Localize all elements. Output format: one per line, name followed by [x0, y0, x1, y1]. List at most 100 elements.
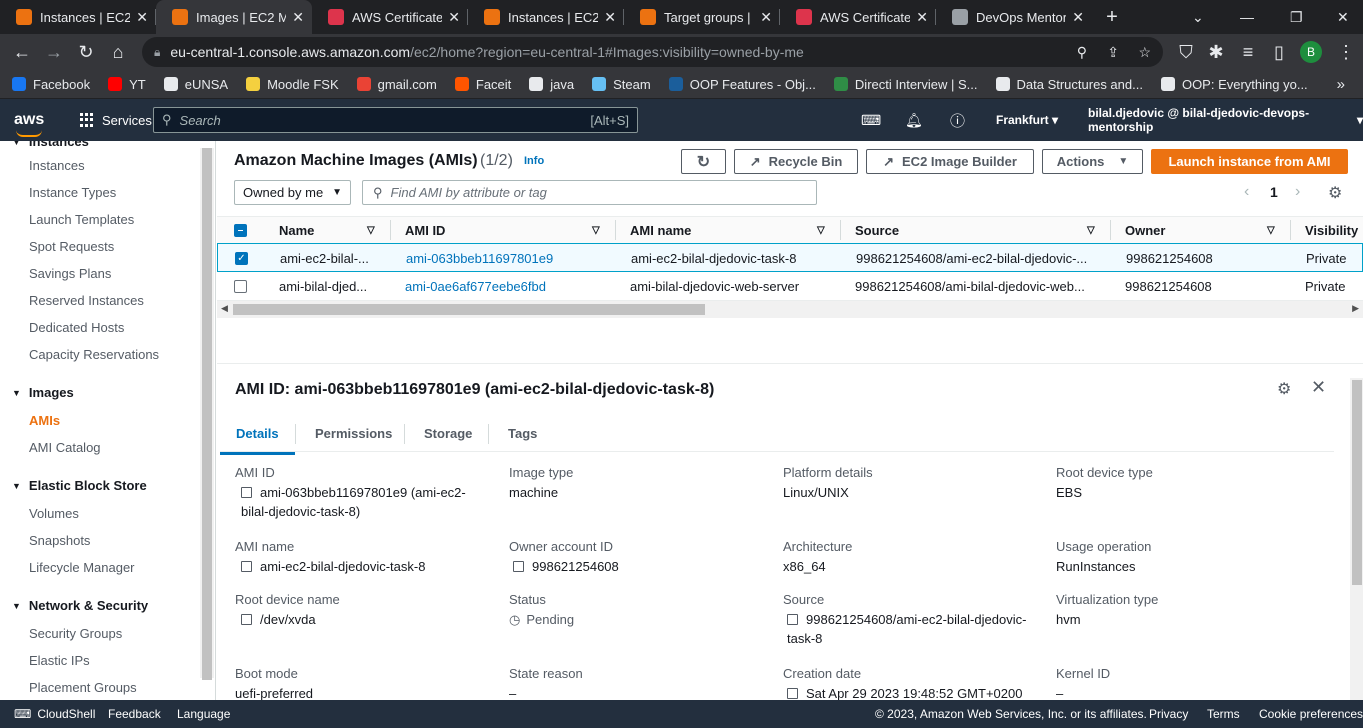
- notifications-bell-icon[interactable]: 🔔︎: [905, 99, 923, 141]
- col-header-source[interactable]: Source: [855, 223, 899, 238]
- sort-icon[interactable]: ▽: [817, 225, 825, 236]
- puzzle-icon[interactable]: ✱: [1200, 42, 1232, 63]
- browser-tab[interactable]: Instances | EC2 M ✕: [468, 0, 624, 34]
- feedback-link[interactable]: Feedback: [108, 707, 161, 721]
- select-all-checkbox[interactable]: –: [234, 224, 247, 237]
- bookmark-item[interactable]: Directi Interview | S...: [833, 77, 978, 92]
- bookmark-item[interactable]: gmail.com: [356, 77, 437, 92]
- reload-icon[interactable]: ↻: [70, 42, 102, 63]
- copy-icon[interactable]: [787, 614, 798, 625]
- sidebar-item-placement-groups[interactable]: Placement Groups: [29, 680, 137, 695]
- bookmark-item[interactable]: OOP: Everything yo...: [1160, 77, 1308, 92]
- row-checkbox[interactable]: [234, 280, 247, 293]
- sidebar-item-capacity-reservations[interactable]: Capacity Reservations: [29, 347, 159, 362]
- sidepanel-icon[interactable]: ▯: [1263, 42, 1295, 63]
- cell-ami-id-link[interactable]: ami-0ae6af677eebe6fbd: [405, 279, 546, 294]
- browser-tab[interactable]: Images | EC2 Man ✕: [156, 0, 312, 34]
- share-icon[interactable]: ⇪: [1107, 44, 1119, 61]
- extension-icon[interactable]: ⛉: [1170, 42, 1202, 63]
- zoom-search-icon[interactable]: ⚲: [1077, 44, 1087, 61]
- sidebar-head-ebs[interactable]: ▼ Elastic Block Store: [12, 478, 147, 493]
- sidebar-item-reserved-instances[interactable]: Reserved Instances: [29, 293, 144, 308]
- bookmark-item[interactable]: Faceit: [454, 77, 511, 92]
- new-tab-icon[interactable]: +: [1098, 6, 1126, 29]
- address-bar[interactable]: 🔒︎ eu-central-1.console.aws.amazon.com/e…: [142, 37, 1163, 67]
- row-checkbox[interactable]: ✓: [235, 252, 248, 265]
- info-link[interactable]: Info: [524, 155, 544, 167]
- browser-tab[interactable]: Instances | EC2 M ✕: [0, 0, 156, 34]
- close-icon[interactable]: ✕: [1311, 377, 1326, 398]
- sidebar-item-snapshots[interactable]: Snapshots: [29, 533, 90, 548]
- bookmark-item[interactable]: OOP Features - Obj...: [668, 77, 816, 92]
- profile-avatar[interactable]: B: [1300, 41, 1322, 63]
- sidebar-item-instance-types[interactable]: Instance Types: [29, 185, 116, 200]
- account-menu[interactable]: bilal.djedovic @ bilal-djedovic-devops-m…: [1088, 99, 1363, 141]
- sidebar-item-ami-catalog[interactable]: AMI Catalog: [29, 440, 101, 455]
- sort-icon[interactable]: ▽: [367, 225, 375, 236]
- page-number[interactable]: 1: [1270, 184, 1278, 200]
- detail-scrollbar-thumb[interactable]: [1352, 380, 1362, 585]
- close-tab-icon[interactable]: ✕: [1072, 9, 1084, 26]
- scroll-right-icon[interactable]: ▶: [1352, 303, 1359, 314]
- sidebar-head-network[interactable]: ▼ Network & Security: [12, 598, 148, 613]
- sidebar-item-savings-plans[interactable]: Savings Plans: [29, 266, 111, 281]
- bookmark-item[interactable]: Steam: [592, 77, 651, 92]
- more-bookmarks-icon[interactable]: »: [1337, 76, 1345, 93]
- close-tab-icon[interactable]: ✕: [448, 9, 460, 26]
- bookmark-item[interactable]: java: [529, 77, 574, 92]
- sidebar-item-dedicated-hosts[interactable]: Dedicated Hosts: [29, 320, 124, 335]
- table-row[interactable]: ami-bilal-djed... ami-0ae6af677eebe6fbd …: [217, 272, 1363, 301]
- col-header-visibility[interactable]: Visibility: [1305, 223, 1358, 238]
- copy-icon[interactable]: [241, 561, 252, 572]
- bookmark-item[interactable]: Facebook: [12, 77, 90, 92]
- scroll-left-icon[interactable]: ◀: [221, 303, 228, 314]
- close-window-icon[interactable]: ✕: [1337, 0, 1349, 34]
- sidebar-item-lifecycle-manager[interactable]: Lifecycle Manager: [29, 560, 135, 575]
- col-header-name[interactable]: Name: [279, 223, 314, 238]
- browser-tab[interactable]: AWS Certificate M ✕: [312, 0, 468, 34]
- prev-page-icon[interactable]: ‹: [1244, 183, 1249, 201]
- browser-tab[interactable]: AWS Certificate M ✕: [780, 0, 936, 34]
- next-page-icon[interactable]: ›: [1295, 183, 1300, 201]
- sidebar-head-instances[interactable]: ▼ Instances: [12, 141, 89, 149]
- menu-kebab-icon[interactable]: ⋮: [1330, 42, 1362, 63]
- actions-dropdown[interactable]: Actions ▼: [1042, 149, 1143, 174]
- privacy-link[interactable]: Privacy: [1149, 707, 1188, 721]
- close-tab-icon[interactable]: ✕: [760, 9, 772, 26]
- copy-icon[interactable]: [513, 561, 524, 572]
- launch-instance-button[interactable]: Launch instance from AMI: [1151, 149, 1348, 174]
- sidebar-scrollbar-thumb[interactable]: [202, 148, 212, 680]
- cloudshell-icon[interactable]: ⌨: [861, 99, 881, 141]
- detail-settings-gear-icon[interactable]: ⚙: [1277, 379, 1291, 399]
- tab-permissions[interactable]: Permissions: [315, 426, 392, 441]
- sidebar-head-images[interactable]: ▼ Images: [12, 385, 74, 400]
- bookmark-star-icon[interactable]: ☆: [1138, 44, 1151, 61]
- help-icon[interactable]: ⓘ: [950, 99, 965, 141]
- aws-search-input[interactable]: ⚲ Search [Alt+S]: [153, 107, 638, 133]
- sidebar-item-security-groups[interactable]: Security Groups: [29, 626, 122, 641]
- close-tab-icon[interactable]: ✕: [292, 9, 304, 26]
- tab-search-icon[interactable]: ⌄: [1192, 0, 1204, 34]
- table-row[interactable]: ✓ ami-ec2-bilal-... ami-063bbeb11697801e…: [217, 243, 1363, 272]
- image-builder-button[interactable]: ↗ EC2 Image Builder: [866, 149, 1034, 174]
- sidebar-item-launch-templates[interactable]: Launch Templates: [29, 212, 134, 227]
- col-header-ami-id[interactable]: AMI ID: [405, 223, 445, 238]
- browser-tab[interactable]: DevOps Mentorsh ✕: [936, 0, 1092, 34]
- col-header-owner[interactable]: Owner: [1125, 223, 1165, 238]
- aws-logo[interactable]: aws: [14, 111, 54, 137]
- media-icon[interactable]: ≡: [1232, 42, 1264, 63]
- cloudshell-button[interactable]: ⌨ CloudShell: [14, 707, 95, 721]
- sort-icon[interactable]: ▽: [1087, 225, 1095, 236]
- bookmark-item[interactable]: Moodle FSK: [246, 77, 339, 92]
- close-tab-icon[interactable]: ✕: [604, 9, 616, 26]
- forward-icon[interactable]: →: [38, 42, 70, 63]
- col-header-ami-name[interactable]: AMI name: [630, 223, 691, 238]
- home-icon[interactable]: ⌂: [102, 42, 134, 63]
- tab-storage[interactable]: Storage: [424, 426, 472, 441]
- sidebar-item-spot-requests[interactable]: Spot Requests: [29, 239, 114, 254]
- back-icon[interactable]: ←: [6, 42, 38, 63]
- terms-link[interactable]: Terms: [1207, 707, 1240, 721]
- sort-icon[interactable]: ▽: [1267, 225, 1275, 236]
- close-tab-icon[interactable]: ✕: [136, 9, 148, 26]
- region-selector[interactable]: Frankfurt ▾: [996, 99, 1058, 141]
